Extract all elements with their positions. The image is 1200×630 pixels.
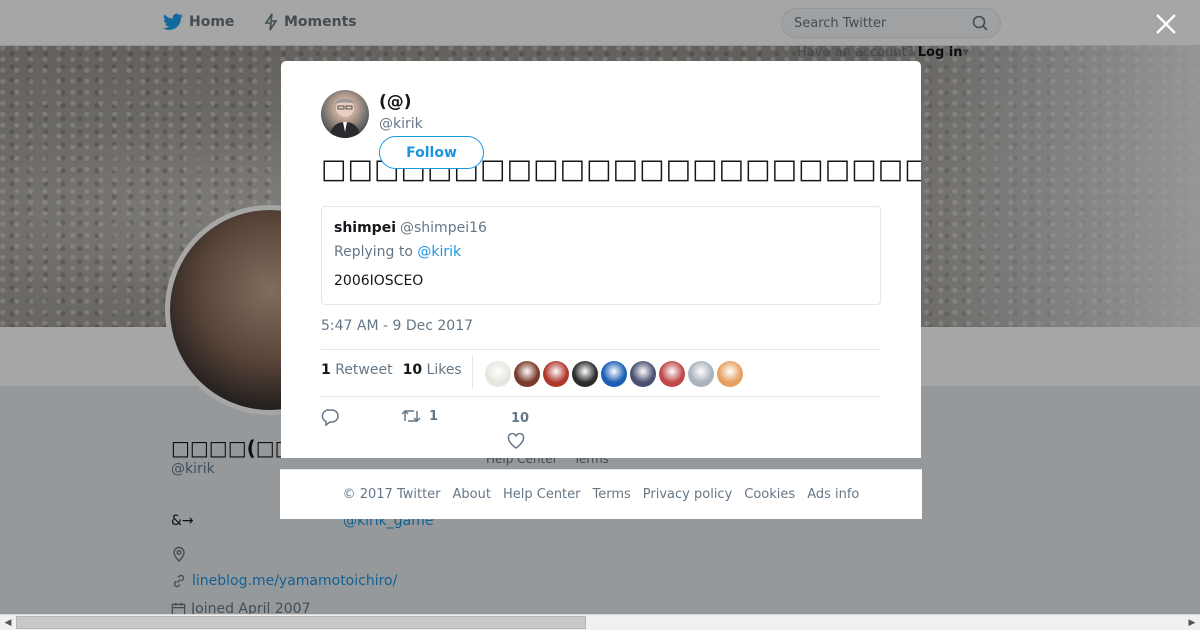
footer-help-center-link[interactable]: Help Center [503, 487, 581, 502]
footer-ads-info-link[interactable]: Ads info [807, 487, 859, 502]
liker-avatar[interactable] [717, 361, 743, 387]
heart-icon[interactable] [507, 433, 525, 449]
like-stat-count: 10 [402, 362, 423, 378]
like-action-count: 10 [511, 411, 530, 426]
tweet-stats: 1 Retweet 10 Likes [321, 362, 462, 378]
horizontal-scrollbar[interactable]: ◀ ▶ [0, 614, 1200, 630]
quoted-author-handle: @shimpei16 [400, 220, 487, 236]
liker-avatar[interactable] [514, 361, 540, 387]
liker-avatar[interactable] [630, 361, 656, 387]
retweet-button[interactable]: 1 [401, 408, 438, 424]
like-stat[interactable]: 10 Likes [403, 362, 462, 378]
tweet-author-name[interactable]: (@) [379, 92, 412, 112]
scroll-right-arrow-icon[interactable]: ▶ [1186, 617, 1198, 629]
avatar-portrait-icon [329, 98, 361, 138]
like-stat-label: Likes [426, 362, 462, 378]
footer-cookies-link[interactable]: Cookies [744, 487, 795, 502]
follow-button[interactable]: Follow [379, 136, 484, 169]
liker-avatars [485, 361, 743, 387]
liker-avatar[interactable] [688, 361, 714, 387]
footer-about-link[interactable]: About [453, 487, 491, 502]
footer-terms-link[interactable]: Terms [593, 487, 631, 502]
quoted-text: 2006IOSCEO [334, 273, 424, 289]
tweet-modal-content: (@) @kirik □□□□□□□□□□□□□□□□□□□□□□□□□□□□□… [281, 61, 921, 458]
divider [321, 349, 881, 350]
footer-copyright: © 2017 Twitter [342, 487, 441, 502]
reply-icon [321, 409, 339, 426]
tweet-timestamp[interactable]: 5:47 AM - 9 Dec 2017 [321, 318, 473, 334]
quoted-replying-to: Replying to @kirik [334, 244, 461, 260]
liker-avatar[interactable] [543, 361, 569, 387]
retweet-stat-count: 1 [321, 362, 331, 378]
retweet-stat-label: Retweet [335, 362, 393, 378]
retweet-action-count: 1 [429, 408, 439, 424]
quoted-author-name: shimpei [334, 220, 397, 236]
liker-avatar[interactable] [572, 361, 598, 387]
footer-privacy-link[interactable]: Privacy policy [643, 487, 732, 502]
quoted-tweet[interactable]: shimpei @shimpei16 Replying to @kirik 20… [321, 206, 881, 305]
liker-avatar[interactable] [659, 361, 685, 387]
liker-avatar[interactable] [601, 361, 627, 387]
tweet-author-avatar[interactable] [321, 90, 369, 138]
reply-button[interactable] [321, 408, 339, 426]
liker-avatar[interactable] [485, 361, 511, 387]
tweet-author-handle[interactable]: @kirik [379, 116, 423, 132]
replying-to-handle[interactable]: @kirik [417, 244, 461, 260]
stats-separator [472, 356, 473, 388]
close-icon[interactable] [1154, 12, 1178, 36]
modal-footer: © 2017 Twitter About Help Center Terms P… [280, 469, 922, 519]
replying-prefix: Replying to [334, 244, 413, 260]
scrollbar-thumb[interactable] [16, 616, 586, 629]
tweet-modal: (@) @kirik □□□□□□□□□□□□□□□□□□□□□□□□□□□□□… [281, 61, 921, 458]
divider [321, 396, 881, 397]
retweet-stat[interactable]: 1 Retweet [321, 362, 393, 378]
scroll-left-arrow-icon[interactable]: ◀ [2, 617, 14, 629]
retweet-icon [401, 409, 421, 423]
